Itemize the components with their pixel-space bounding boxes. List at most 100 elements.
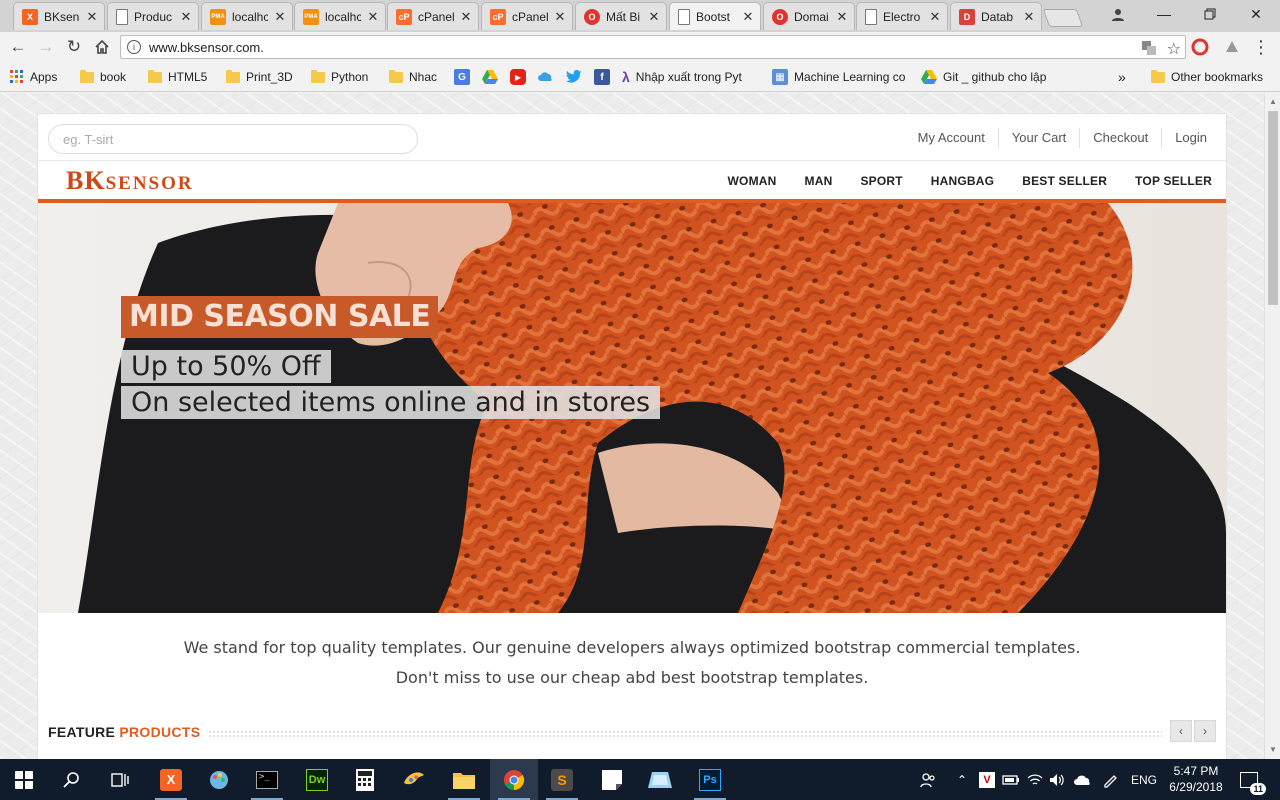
- photoshop-icon[interactable]: Ps: [686, 759, 734, 800]
- bookmark-folder-book[interactable]: book: [80, 69, 126, 85]
- browser-tab[interactable]: Electro ✕: [856, 2, 948, 30]
- page-scrollbar[interactable]: ▲ ▼: [1264, 93, 1280, 759]
- scrollbar-thumb[interactable]: [1268, 111, 1278, 305]
- home-button[interactable]: [90, 36, 114, 58]
- bookmark-folder-python[interactable]: Python: [311, 69, 368, 85]
- product-search-input[interactable]: [48, 124, 418, 154]
- bookmark-twitter[interactable]: [566, 69, 582, 85]
- bookmark-folder-html5[interactable]: HTML5: [148, 69, 207, 85]
- nav-top-seller[interactable]: TOP SELLER: [1121, 174, 1226, 188]
- close-tab-icon[interactable]: ✕: [648, 10, 660, 23]
- language-indicator[interactable]: ENG: [1126, 759, 1162, 800]
- start-button[interactable]: [0, 759, 48, 800]
- close-tab-icon[interactable]: ✕: [86, 10, 98, 23]
- show-hidden-icons-button[interactable]: ⌃: [952, 759, 972, 800]
- search-icon[interactable]: [48, 759, 96, 800]
- file-explorer-icon[interactable]: [440, 759, 488, 800]
- back-button[interactable]: ←: [6, 36, 30, 58]
- bookmark-git-github[interactable]: Git _ github cho lập: [921, 69, 1046, 85]
- browser-tab[interactable]: Produc ✕: [107, 2, 199, 30]
- browser-tab[interactable]: X BKsens ✕: [13, 2, 105, 30]
- browser-tab[interactable]: O Domai ✕: [763, 2, 855, 30]
- close-tab-icon[interactable]: ✕: [554, 10, 566, 23]
- action-center-icon[interactable]: 11: [1234, 759, 1266, 800]
- bookmark-other-bookmarks[interactable]: Other bookmarks: [1151, 69, 1263, 85]
- nav-man[interactable]: MAN: [791, 174, 847, 188]
- scroll-up-arrow[interactable]: ▲: [1269, 97, 1277, 106]
- bookmark-folder-print3d[interactable]: Print_3D: [226, 69, 293, 85]
- close-tab-icon[interactable]: ✕: [274, 10, 286, 23]
- site-logo[interactable]: BKSENSOR: [66, 166, 194, 196]
- close-tab-icon[interactable]: ✕: [180, 10, 192, 23]
- sublime-icon[interactable]: S: [538, 759, 586, 800]
- nav-sport[interactable]: SPORT: [846, 174, 916, 188]
- browser-tab[interactable]: D Datab ✕: [950, 2, 1042, 30]
- close-window-button[interactable]: ✕: [1234, 0, 1278, 28]
- bookmarks-overflow-button[interactable]: »: [1118, 69, 1126, 85]
- checkout-link[interactable]: Checkout: [1079, 128, 1161, 148]
- sticky-notes-icon[interactable]: [588, 759, 636, 800]
- nav-best-seller[interactable]: BEST SELLER: [1008, 174, 1121, 188]
- tray-app-icon[interactable]: V: [976, 759, 998, 800]
- opera-extension-icon[interactable]: [1189, 36, 1211, 58]
- folder-app-icon[interactable]: [636, 759, 684, 800]
- bookmark-translate[interactable]: G: [454, 69, 470, 85]
- xampp-icon[interactable]: X: [147, 759, 195, 800]
- bookmark-drive[interactable]: [482, 69, 498, 85]
- calculator-icon[interactable]: [341, 759, 389, 800]
- translate-icon[interactable]: [1141, 40, 1157, 59]
- bookmark-apps[interactable]: Apps: [10, 69, 57, 85]
- bookmark-onedrive[interactable]: [538, 69, 554, 85]
- my-account-link[interactable]: My Account: [905, 128, 998, 148]
- browser-tab[interactable]: O Mất Bi ✕: [575, 2, 667, 30]
- bookmark-nhap-xuat[interactable]: λ Nhập xuất trong Pyt: [622, 69, 742, 85]
- close-tab-icon[interactable]: ✕: [367, 10, 379, 23]
- browser-tab[interactable]: cP cPanel ✕: [387, 2, 479, 30]
- bookmark-folder-nhac[interactable]: Nhac: [389, 69, 437, 85]
- your-cart-link[interactable]: Your Cart: [997, 128, 1079, 148]
- browser-tab[interactable]: Bootst ✕: [669, 2, 761, 30]
- menu-icon[interactable]: ⋮: [1250, 36, 1272, 58]
- dreamweaver-icon[interactable]: Dw: [293, 759, 341, 800]
- browser-tab[interactable]: cP cPanel ✕: [481, 2, 573, 30]
- close-tab-icon[interactable]: ✕: [1023, 10, 1035, 23]
- login-link[interactable]: Login: [1161, 128, 1220, 148]
- system-clock[interactable]: 5:47 PM 6/29/2018: [1162, 763, 1230, 795]
- new-tab-button[interactable]: [1042, 9, 1084, 27]
- volume-icon[interactable]: [1046, 759, 1068, 800]
- carousel-next-button[interactable]: ›: [1194, 720, 1216, 742]
- bookmark-star-icon[interactable]: ☆: [1167, 39, 1181, 59]
- people-icon[interactable]: [916, 759, 940, 800]
- terminal-icon[interactable]: >_: [243, 759, 291, 800]
- paint-3d-icon[interactable]: [390, 759, 438, 800]
- paint-icon[interactable]: [195, 759, 243, 800]
- close-tab-icon[interactable]: ✕: [836, 10, 848, 23]
- minimize-button[interactable]: —: [1142, 0, 1186, 28]
- wifi-icon[interactable]: [1024, 759, 1046, 800]
- address-bar[interactable]: i www.bksensor.com. ☆: [120, 35, 1186, 59]
- bookmark-machine-learning[interactable]: ▦ Machine Learning co: [772, 69, 905, 85]
- onedrive-tray-icon[interactable]: [1070, 759, 1094, 800]
- close-tab-icon[interactable]: ✕: [460, 10, 472, 23]
- task-view-icon[interactable]: [96, 759, 144, 800]
- close-tab-icon[interactable]: ✕: [742, 10, 754, 23]
- nav-hangbag[interactable]: HANGBAG: [917, 174, 1008, 188]
- bookmark-facebook[interactable]: f: [594, 69, 610, 85]
- close-tab-icon[interactable]: ✕: [929, 10, 941, 23]
- carousel-prev-button[interactable]: ‹: [1170, 720, 1192, 742]
- nav-woman[interactable]: WOMAN: [714, 174, 791, 188]
- browser-tab[interactable]: PMA localhc ✕: [294, 2, 386, 30]
- forward-button[interactable]: →: [34, 36, 58, 58]
- battery-icon[interactable]: [1000, 759, 1022, 800]
- restore-button[interactable]: [1188, 0, 1232, 28]
- extension-icon[interactable]: [1221, 36, 1243, 58]
- profile-icon[interactable]: [1096, 0, 1140, 28]
- pen-icon[interactable]: [1098, 759, 1122, 800]
- scroll-down-arrow[interactable]: ▼: [1269, 745, 1277, 754]
- site-info-icon[interactable]: i: [127, 40, 141, 54]
- chrome-icon[interactable]: [490, 759, 538, 800]
- browser-tab[interactable]: PMA localhc ✕: [201, 2, 293, 30]
- hero-banner[interactable]: MID SEASON SALE Up to 50% Off On selecte…: [38, 203, 1226, 613]
- reload-button[interactable]: ↻: [62, 36, 86, 58]
- bookmark-youtube[interactable]: ▶: [510, 69, 526, 85]
